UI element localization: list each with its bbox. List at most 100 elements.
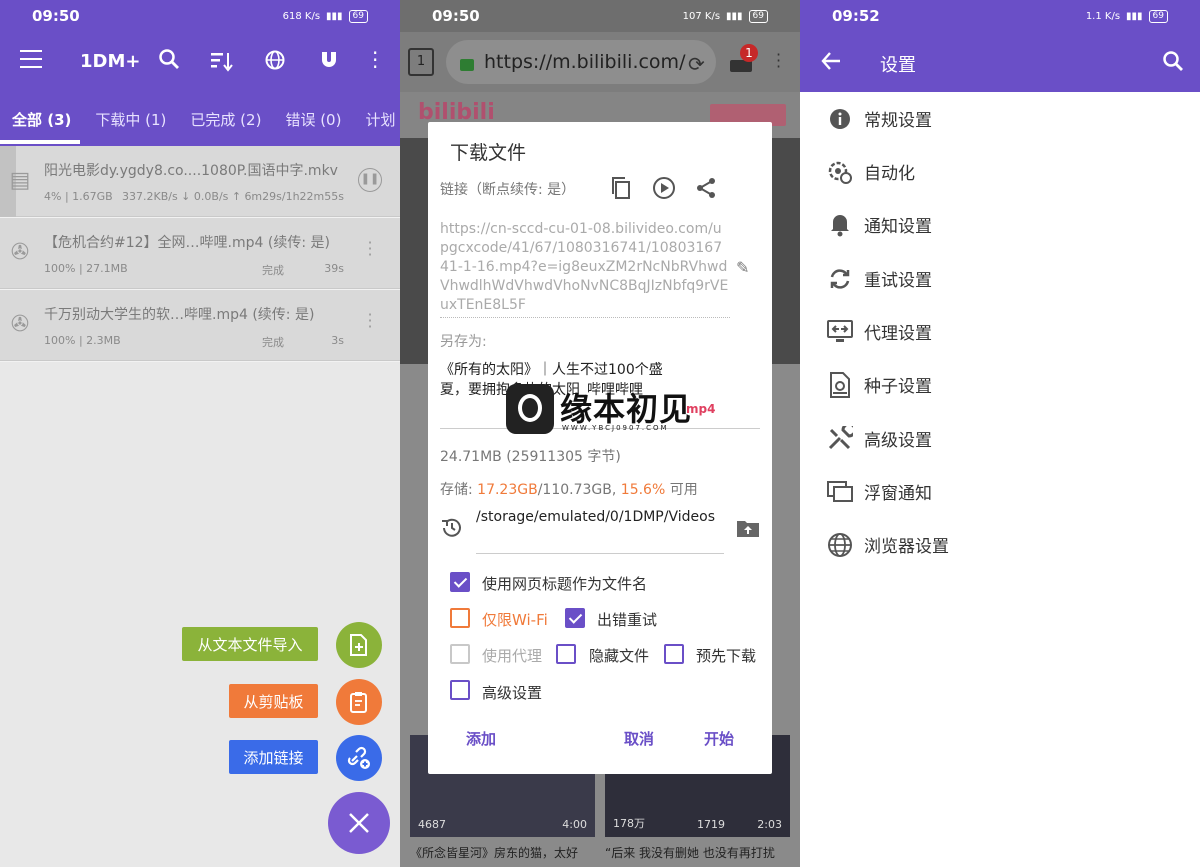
tab-completed[interactable]: 已完成 (2) — [178, 109, 273, 130]
download-row[interactable]: ✇ 【危机合约#12】全网…哔哩.mp4 (续传: 是) 100% | 27.1… — [0, 218, 400, 289]
hidden-file-checkbox[interactable] — [556, 644, 576, 664]
search-icon[interactable] — [1162, 50, 1184, 76]
settings-item-retry[interactable]: 重试设置 — [800, 252, 1200, 305]
tab-scheduled[interactable]: 计划 — [353, 109, 400, 130]
predownload-checkbox[interactable] — [664, 644, 684, 664]
pause-icon[interactable]: ❚❚ — [358, 168, 382, 192]
torrent-file-icon: ▤ — [9, 168, 31, 193]
app-bar: 设置 — [800, 32, 1200, 92]
use-title-label: 使用网页标题作为文件名 — [482, 575, 648, 593]
torrent-icon — [826, 371, 854, 399]
tab-all[interactable]: 全部 (3) — [0, 109, 83, 130]
battery-icon: 69 — [748, 9, 768, 23]
add-link-fab[interactable] — [336, 735, 382, 781]
signal-icon: ▮▮▮ — [726, 10, 743, 22]
status-bar: 09:50 618 K/s ▮▮▮ 69 — [0, 0, 400, 32]
wifi-only-checkbox[interactable] — [450, 608, 470, 628]
settings-item-general[interactable]: 常规设置 — [800, 92, 1200, 145]
settings-item-notification[interactable]: 通知设置 — [800, 198, 1200, 251]
retry-label: 出错重试 — [597, 611, 658, 629]
folder-upload-icon[interactable] — [736, 518, 760, 542]
tab-count-button[interactable]: 1 — [408, 48, 434, 76]
use-title-checkbox[interactable] — [450, 572, 470, 592]
menu-icon[interactable] — [20, 50, 42, 68]
signal-icon: ▮▮▮ — [326, 10, 343, 22]
settings-item-browser[interactable]: 浏览器设置 — [800, 518, 1200, 571]
sort-icon[interactable] — [210, 50, 234, 76]
clipboard-icon — [350, 692, 367, 713]
settings-screen: 09:52 1.1 K/s ▮▮▮ 69 设置 常规设置 自动化 通知设置 重试… — [800, 0, 1200, 867]
video-danmaku: 1719 — [697, 818, 725, 831]
edit-icon[interactable]: ✎ — [736, 258, 749, 277]
tab-indicator — [0, 140, 80, 144]
overflow-menu-icon[interactable]: · · · — [358, 307, 382, 336]
globe-icon — [826, 531, 854, 559]
save-path-field[interactable]: /storage/emulated/0/1DMP/Videos — [476, 508, 724, 554]
storage-label: 存储: — [440, 482, 473, 498]
settings-item-label: 代理设置 — [864, 324, 932, 344]
tab-error[interactable]: 错误 (0) — [273, 109, 353, 130]
download-row[interactable]: ▤ 阳光电影dy.ygdy8.co....1080P.国语中字.mkv 4% |… — [0, 146, 400, 217]
wifi-only-label: 仅限Wi-Fi — [482, 611, 548, 629]
settings-item-torrent[interactable]: 种子设置 — [800, 358, 1200, 411]
browser-more-icon[interactable]: · · · — [776, 47, 781, 75]
video-caption: 《所念皆星河》房东的猫，太好 — [410, 846, 579, 860]
download-badge-button[interactable]: 1 — [730, 44, 758, 74]
add-button[interactable]: 添加 — [466, 728, 496, 749]
status-bar: 09:50 107 K/s ▮▮▮ 69 — [400, 0, 800, 32]
settings-item-automation[interactable]: 自动化 — [800, 145, 1200, 198]
clipboard-fab[interactable] — [336, 679, 382, 725]
tab-downloading[interactable]: 下载中 (1) — [83, 109, 178, 130]
save-as-label: 另存为: — [440, 334, 487, 350]
globe-icon[interactable] — [264, 49, 286, 75]
more-icon[interactable]: · · · — [372, 43, 378, 77]
close-icon — [349, 813, 369, 833]
status-speed: 618 K/s — [282, 10, 321, 22]
share-icon[interactable] — [694, 176, 718, 204]
settings-item-overlay[interactable]: 浮窗通知 — [800, 465, 1200, 518]
page-title: 设置 — [880, 55, 916, 76]
advanced-checkbox[interactable] — [450, 680, 470, 700]
import-text-fab[interactable] — [336, 622, 382, 668]
download-progress: 100% | 2.3MB — [44, 334, 121, 347]
download-status: 完成 — [262, 336, 284, 349]
history-icon[interactable] — [440, 516, 464, 544]
magnet-icon[interactable] — [318, 49, 340, 75]
clipboard-label[interactable]: 从剪贴板 — [229, 684, 318, 718]
add-link-label[interactable]: 添加链接 — [229, 740, 318, 774]
advanced-label: 高级设置 — [482, 684, 543, 702]
back-arrow-icon[interactable] — [820, 50, 842, 76]
settings-item-label: 常规设置 — [864, 111, 932, 131]
watermark: 缘本初见 mp4 WWW.YBCJ0907.COM — [506, 382, 716, 438]
url-field[interactable]: https://cn-sccd-cu-01-08.bilivideo.com/u… — [440, 220, 730, 318]
settings-item-label: 种子设置 — [864, 377, 932, 397]
download-name: 【危机合约#12】全网…哔哩.mp4 (续传: 是) — [44, 235, 330, 251]
search-icon[interactable] — [158, 48, 180, 74]
download-row[interactable]: ✇ 千万别动大学生的软…哔哩.mp4 (续传: 是) 100% | 2.3MB … — [0, 290, 400, 361]
film-reel-icon: ✇ — [10, 312, 30, 337]
settings-item-advanced[interactable]: 高级设置 — [800, 412, 1200, 465]
app-bar: 1DM+ · · · — [0, 32, 400, 92]
status-time: 09:52 — [832, 7, 880, 25]
list-empty-area — [0, 362, 400, 867]
reload-icon[interactable]: ⟳ — [688, 52, 705, 76]
start-button[interactable]: 开始 — [704, 728, 734, 749]
filter-tabs: 全部 (3) 下载中 (1) 已完成 (2) 错误 (0) 计划 — [0, 92, 400, 146]
close-fab[interactable] — [328, 792, 390, 854]
download-status: 完成 — [262, 264, 284, 277]
overflow-menu-icon[interactable]: · · · — [358, 235, 382, 264]
proxy-checkbox[interactable] — [450, 644, 470, 664]
downloads-screen: 09:50 618 K/s ▮▮▮ 69 1DM+ · · · 全部 (3) 下载中… — [0, 0, 400, 867]
retry-checkbox[interactable] — [565, 608, 585, 628]
notification-badge: 1 — [740, 44, 758, 62]
copy-icon[interactable] — [610, 176, 632, 204]
download-time: 3s — [331, 334, 344, 347]
play-icon[interactable] — [652, 176, 676, 204]
download-time: 6m29s/1h22m55s — [244, 190, 344, 203]
cancel-button[interactable]: 取消 — [624, 728, 654, 749]
settings-item-proxy[interactable]: 代理设置 — [800, 305, 1200, 358]
import-text-label[interactable]: 从文本文件导入 — [182, 627, 318, 661]
video-views: 178万 — [613, 817, 645, 830]
download-progress: 4% | 1.67GB — [44, 190, 113, 203]
url-bar[interactable]: https://m.bilibili.com/ — [446, 40, 716, 84]
